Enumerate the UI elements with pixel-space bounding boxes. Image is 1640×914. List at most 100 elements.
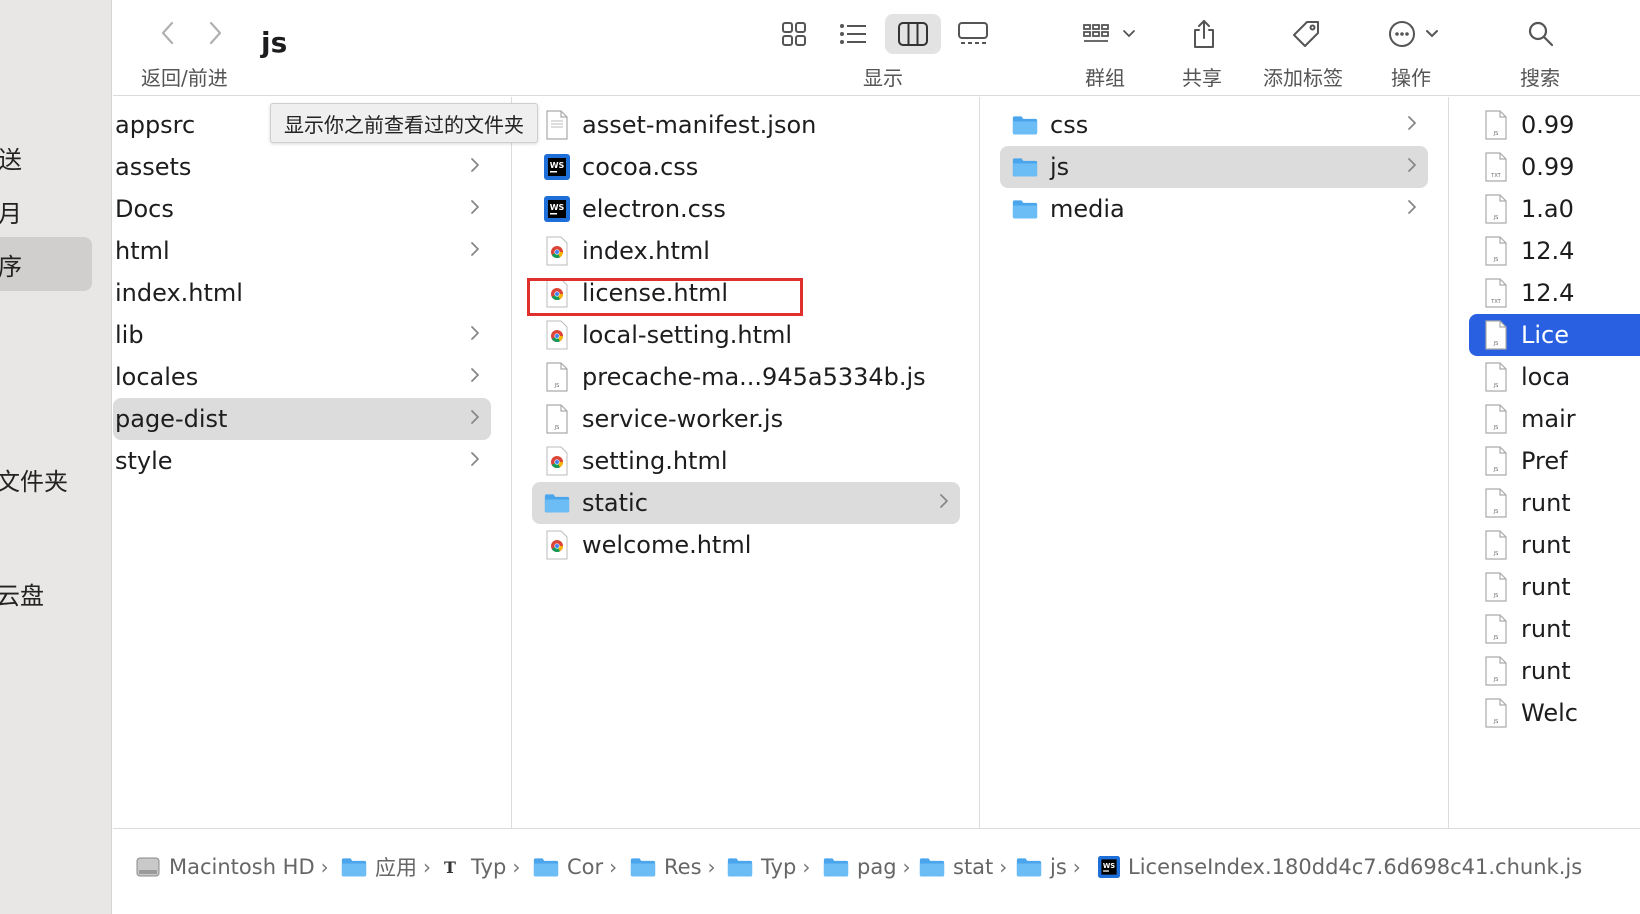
tag-label: 添加标签	[1263, 66, 1343, 90]
item-label: page-dist	[115, 405, 228, 433]
file-row[interactable]: JS Welc	[1469, 692, 1640, 734]
item-label: mair	[1521, 405, 1576, 433]
file-row[interactable]: JS runt	[1469, 650, 1640, 692]
file-icon-wrapper: JS	[1483, 572, 1509, 602]
highlight-annotation	[527, 278, 803, 316]
tag-button[interactable]	[1285, 14, 1327, 54]
folder-row[interactable]: style	[113, 440, 491, 482]
folder-row[interactable]: media	[1000, 188, 1428, 230]
folder-row[interactable]: assets	[113, 146, 491, 188]
breadcrumb-item[interactable]: T Typ ›	[437, 847, 520, 887]
share-button[interactable]	[1183, 14, 1225, 54]
file-row[interactable]: JS runt	[1469, 524, 1640, 566]
sidebar-item-label: 文件夹	[0, 467, 68, 496]
file-row[interactable]: TXT 12.4	[1469, 272, 1640, 314]
breadcrumb-item[interactable]: Macintosh HD ›	[135, 847, 329, 887]
file-row[interactable]: JS Pref	[1469, 440, 1640, 482]
file-row[interactable]: JS loca	[1469, 356, 1640, 398]
column-1: appsrc assets Docs html index.html lib locales…	[113, 97, 512, 828]
folder-row[interactable]: page-dist	[113, 398, 491, 440]
file-row[interactable]: WS electron.css	[532, 188, 960, 230]
item-label: lib	[115, 321, 144, 349]
file-row[interactable]: JS precache-ma...945a5334b.js	[532, 356, 960, 398]
file-row[interactable]: JS runt	[1469, 482, 1640, 524]
file-row[interactable]: WS cocoa.css	[532, 146, 960, 188]
breadcrumb-item[interactable]: Cor ›	[533, 847, 617, 887]
file-row[interactable]: JS 12.4	[1469, 230, 1640, 272]
svg-text:JS: JS	[554, 425, 560, 431]
file-icon-wrapper: JS	[1483, 530, 1509, 560]
item-label: runt	[1521, 657, 1571, 685]
column-view-button[interactable]	[885, 14, 941, 54]
folder-row[interactable]: html	[113, 230, 491, 272]
group-icon	[1083, 24, 1135, 42]
sidebar-item-5[interactable]: 云盘	[0, 566, 92, 620]
item-label: setting.html	[582, 447, 728, 475]
window-title: js	[261, 26, 288, 59]
svg-text:JS: JS	[1493, 635, 1499, 641]
chrome-doc-icon	[546, 320, 568, 350]
forward-arrow-icon[interactable]	[200, 18, 230, 48]
list-view-button[interactable]	[832, 14, 874, 54]
file-row[interactable]: asset-manifest.json	[532, 104, 960, 146]
file-row[interactable]: TXT 0.99	[1469, 146, 1640, 188]
folder-row[interactable]: Docs	[113, 188, 491, 230]
icon-view-button[interactable]	[773, 14, 815, 54]
action-button[interactable]	[1383, 14, 1445, 54]
folder-row[interactable]: js	[1000, 146, 1428, 188]
breadcrumb-label: Cor	[567, 855, 604, 879]
js-file-icon: JS	[1485, 446, 1507, 476]
folder-row[interactable]: css	[1000, 104, 1428, 146]
sidebar-item-1[interactable]: 送	[0, 130, 92, 184]
search-button[interactable]	[1521, 14, 1561, 54]
chrome-doc-icon	[546, 236, 568, 266]
file-row[interactable]: setting.html	[532, 440, 960, 482]
item-label: precache-ma...945a5334b.js	[582, 363, 926, 391]
file-row[interactable]: JS 0.99	[1469, 104, 1640, 146]
js-file-icon: JS	[1485, 362, 1507, 392]
sidebar-item-3[interactable]: 序	[0, 237, 92, 291]
action-label: 操作	[1391, 66, 1431, 90]
chevron-right-icon-wrapper	[469, 407, 481, 431]
sidebar-item-2[interactable]: 月	[0, 184, 92, 238]
breadcrumb-item[interactable]: stat ›	[919, 847, 1007, 887]
chevron-right-icon	[940, 494, 948, 508]
file-row[interactable]: index.html	[532, 230, 960, 272]
file-row[interactable]: JS runt	[1469, 608, 1640, 650]
file-row[interactable]: local-setting.html	[532, 314, 960, 356]
file-icon-wrapper	[1012, 110, 1038, 140]
back-arrow-icon[interactable]	[153, 18, 183, 48]
breadcrumb-item[interactable]: js ›	[1016, 847, 1081, 887]
file-row[interactable]: JS 1.a0	[1469, 188, 1640, 230]
folder-icon	[919, 858, 945, 877]
folder-row[interactable]: index.html	[113, 272, 491, 314]
breadcrumb-item[interactable]: Res ›	[630, 847, 716, 887]
breadcrumb-item[interactable]: WS LicenseIndex.180dd4c7.6d698c41.chunk.j…	[1098, 847, 1582, 887]
sidebar-item-4[interactable]: 文件夹	[0, 452, 92, 506]
item-label: 0.99	[1521, 153, 1575, 181]
file-row[interactable]: JS runt	[1469, 566, 1640, 608]
more-icon	[1389, 21, 1438, 47]
item-label: static	[582, 489, 648, 517]
file-icon-wrapper: JS	[1483, 110, 1509, 140]
file-icon-wrapper: JS	[544, 404, 570, 434]
item-label: js	[1050, 153, 1070, 181]
grid-icon	[782, 22, 806, 46]
folder-row[interactable]: locales	[113, 356, 491, 398]
file-row[interactable]: static	[532, 482, 960, 524]
breadcrumb-item[interactable]: 应用 ›	[341, 847, 431, 887]
file-row[interactable]: JS Lice	[1469, 314, 1640, 356]
js-file-icon: TXT	[1485, 278, 1507, 308]
breadcrumb-item[interactable]: pag ›	[823, 847, 911, 887]
file-row[interactable]: welcome.html	[532, 524, 960, 566]
gallery-view-button[interactable]	[950, 14, 996, 54]
item-label: locales	[115, 363, 199, 391]
file-row[interactable]: JS service-worker.js	[532, 398, 960, 440]
breadcrumb-item[interactable]: Typ ›	[727, 847, 810, 887]
folder-row[interactable]: lib	[113, 314, 491, 356]
item-label: asset-manifest.json	[582, 111, 817, 139]
group-button[interactable]	[1075, 14, 1145, 54]
breadcrumb-separator-icon: ›	[902, 855, 911, 879]
file-row[interactable]: JS mair	[1469, 398, 1640, 440]
gallery-icon	[958, 22, 988, 44]
